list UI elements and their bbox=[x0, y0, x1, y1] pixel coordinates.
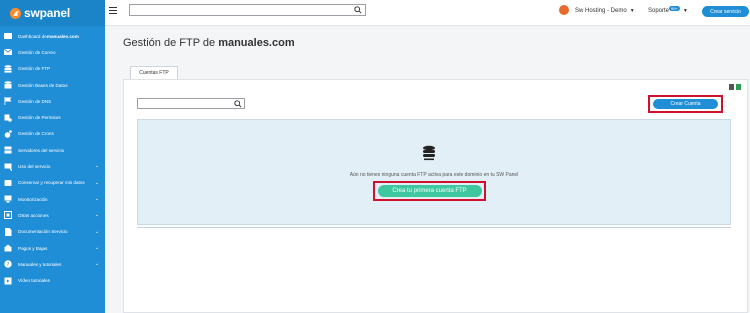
main-content: Gestión de FTP de manuales.com Cuentas F… bbox=[105, 26, 750, 313]
pdf-file-icon[interactable] bbox=[729, 84, 734, 90]
actions-icon bbox=[3, 211, 12, 220]
sidebar-item-11[interactable]: Otras acciones ⌄ bbox=[0, 207, 105, 223]
flag-icon bbox=[3, 97, 12, 106]
create-account-highlight: Crear Cuenta bbox=[648, 95, 723, 113]
video-icon bbox=[3, 277, 12, 285]
sidebar-item-label: Manuales y tutoriales bbox=[18, 261, 62, 267]
chevron-down-icon: ⌄ bbox=[94, 179, 99, 186]
sidebar-item-label: Gestión de FTP bbox=[18, 66, 51, 72]
top-bar: Sw Hosting - Demo ▼ Soporte 99+ ▼ Crear ser… bbox=[105, 0, 750, 26]
empty-state: Aún no tienes ninguna cuenta FTP activa … bbox=[137, 119, 731, 225]
sidebar-item-label: Gestión Bases de Datos bbox=[18, 82, 68, 88]
sidebar-item-label: Dashboard de bbox=[18, 33, 47, 39]
search-icon[interactable] bbox=[234, 100, 242, 108]
sidebar-item-0[interactable]: Dashboard de manuales.com bbox=[0, 28, 105, 44]
sidebar-nav: Dashboard de manuales.com Gestión de Corr… bbox=[0, 26, 105, 289]
first-account-highlight: Crea tu primera cuenta FTP bbox=[373, 181, 486, 201]
chevron-down-icon: ⌄ bbox=[94, 261, 99, 268]
sidebar-item-15[interactable]: Vídeo tutoriales bbox=[0, 272, 105, 288]
chevron-down-icon: ⌄ bbox=[94, 163, 99, 170]
sidebar-item-10[interactable]: Monitorización ⌄ bbox=[0, 191, 105, 207]
create-service-button[interactable]: Crear servicio bbox=[702, 6, 749, 17]
permissions-icon bbox=[3, 114, 12, 122]
server-icon bbox=[3, 146, 12, 154]
sidebar: swpanel Dashboard de manuales.com Gestión… bbox=[0, 0, 105, 313]
database-stack-icon bbox=[3, 81, 12, 89]
sidebar-item-2[interactable]: Gestión de FTP bbox=[0, 61, 105, 77]
sidebar-item-13[interactable]: Pagos y Bajas ⌄ bbox=[0, 240, 105, 256]
sidebar-item-12[interactable]: Documentación Servicio ⌄ bbox=[0, 224, 105, 240]
divider bbox=[137, 227, 731, 228]
sidebar-item-4[interactable]: Gestión de DNS bbox=[0, 93, 105, 109]
sidebar-item-label: Servidores del servicio bbox=[18, 147, 65, 153]
cron-gear-icon bbox=[3, 130, 12, 138]
database-icon bbox=[3, 64, 12, 73]
brand-mark-icon bbox=[10, 7, 21, 19]
sidebar-item-label: Gestión de Permisos bbox=[18, 115, 61, 121]
search-icon[interactable] bbox=[354, 6, 362, 14]
sidebar-item-bold: manuales.com bbox=[46, 33, 79, 39]
sidebar-item-8[interactable]: Uso del servicio ⌄ bbox=[0, 158, 105, 174]
usage-icon bbox=[3, 163, 12, 171]
create-account-button[interactable]: Crear Cuenta bbox=[653, 99, 718, 109]
dashboard-icon bbox=[3, 32, 12, 40]
sidebar-item-label: Vídeo tutoriales bbox=[18, 278, 50, 284]
sidebar-item-3[interactable]: Gestión Bases de Datos bbox=[0, 77, 105, 93]
sidebar-item-label: Pagos y Bajas bbox=[18, 245, 48, 251]
chevron-down-icon: ⌄ bbox=[94, 244, 99, 251]
sidebar-item-5[interactable]: Gestión de Permisos bbox=[0, 109, 105, 125]
mail-icon bbox=[3, 48, 12, 56]
svg-text:?: ? bbox=[6, 262, 9, 268]
sidebar-item-9[interactable]: Conservar y recuperar mis datos ⌄ bbox=[0, 175, 105, 191]
help-icon: ? bbox=[3, 260, 12, 268]
support-badge: 99+ bbox=[669, 6, 680, 11]
user-menu[interactable]: Sw Hosting - Demo ▼ bbox=[575, 8, 635, 14]
menu-toggle-icon[interactable] bbox=[109, 7, 117, 14]
chevron-down-icon: ⌄ bbox=[94, 228, 99, 235]
brand-logo[interactable]: swpanel bbox=[0, 0, 105, 26]
sidebar-item-label: Gestión de DNS bbox=[18, 98, 52, 104]
payments-icon bbox=[3, 244, 12, 252]
sidebar-item-14[interactable]: ? Manuales y tutoriales ⌄ bbox=[0, 256, 105, 272]
sidebar-item-label: Otras acciones bbox=[18, 212, 49, 218]
ftp-panel: Crear Cuenta Aún no tienes ninguna cuent… bbox=[123, 79, 748, 313]
sidebar-item-label: Gestión de Correo bbox=[18, 49, 56, 55]
sidebar-item-label: Uso del servicio bbox=[18, 164, 51, 170]
sidebar-item-7[interactable]: Servidores del servicio bbox=[0, 142, 105, 158]
database-icon bbox=[423, 145, 435, 161]
top-search-input[interactable] bbox=[129, 4, 366, 16]
create-first-account-button[interactable]: Crea tu primera cuenta FTP bbox=[377, 185, 482, 197]
chevron-down-icon: ⌄ bbox=[94, 195, 99, 202]
export-icons bbox=[729, 84, 741, 90]
accounts-search-input[interactable] bbox=[137, 98, 245, 109]
tab-cuentas-ftp[interactable]: Cuentas FTP bbox=[130, 66, 178, 79]
chevron-down-icon: ⌄ bbox=[94, 212, 99, 219]
sidebar-item-1[interactable]: Gestión de Correo bbox=[0, 44, 105, 60]
chevron-down-icon: ▼ bbox=[682, 8, 688, 14]
sidebar-item-label: Gestión de Crons bbox=[18, 131, 54, 137]
backup-icon bbox=[3, 179, 12, 187]
page-title: Gestión de FTP de manuales.com bbox=[123, 37, 295, 49]
sidebar-item-label: Conservar y recuperar mis datos bbox=[18, 180, 85, 186]
user-avatar-icon[interactable] bbox=[559, 5, 569, 15]
empty-message: Aún no tienes ninguna cuenta FTP activa … bbox=[349, 172, 519, 178]
document-icon bbox=[3, 227, 12, 236]
brand-name: swpanel bbox=[24, 6, 70, 20]
monitor-icon bbox=[3, 195, 12, 203]
support-menu[interactable]: Soporte 99+ ▼ bbox=[648, 6, 688, 14]
excel-file-icon[interactable] bbox=[736, 84, 741, 90]
chevron-down-icon: ▼ bbox=[629, 8, 635, 14]
sidebar-item-label: Monitorización bbox=[18, 196, 48, 202]
sidebar-item-label: Documentación Servicio bbox=[18, 229, 68, 235]
sidebar-item-6[interactable]: Gestión de Crons bbox=[0, 126, 105, 142]
